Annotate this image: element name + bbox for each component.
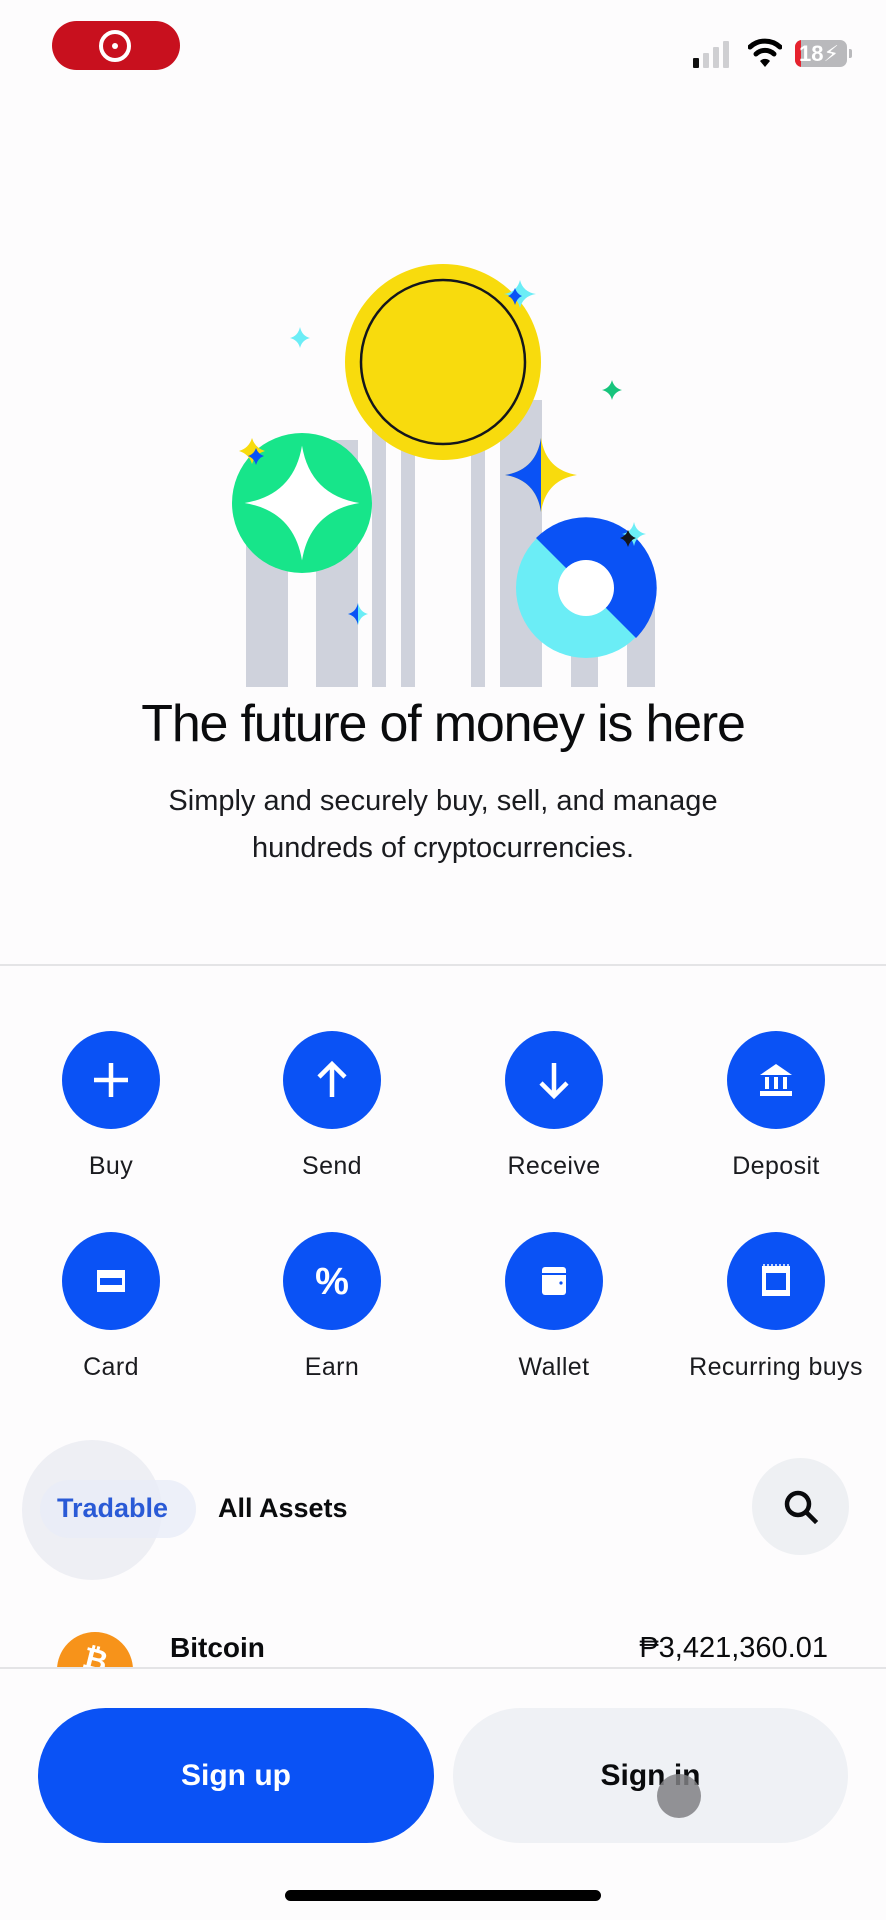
hero-subtitle: Simply and securely buy, sell, and manag… <box>168 785 718 864</box>
battery-tip <box>849 49 852 58</box>
action-earn[interactable]: % Earn <box>242 1232 422 1383</box>
receive-button[interactable] <box>505 1031 603 1129</box>
percent-icon: % <box>315 1261 349 1303</box>
plus-icon <box>94 1063 128 1097</box>
asset-price: ₱3,421,360.01 <box>639 1632 828 1664</box>
action-recurring-buys[interactable]: Recurring buys <box>686 1232 866 1383</box>
home-indicator[interactable] <box>285 1890 601 1901</box>
buy-button[interactable] <box>62 1031 160 1129</box>
action-label: Buy <box>88 1152 134 1180</box>
asset-row-bitcoin[interactable]: ₿ Bitcoin ₱3,421,360.01 <box>0 1620 886 1667</box>
arrow-down-icon <box>539 1063 569 1100</box>
crypto-coins-illustration <box>232 264 657 687</box>
screen-recording-indicator[interactable] <box>52 21 180 70</box>
arrow-up-icon <box>317 1060 347 1097</box>
card-button[interactable] <box>62 1232 160 1330</box>
action-buy[interactable]: Buy <box>21 1031 201 1182</box>
tab-tradable[interactable]: Tradable <box>57 1488 168 1528</box>
screen-recording-icon <box>99 30 131 62</box>
svg-text:%: % <box>315 1261 349 1303</box>
action-card[interactable]: Card <box>21 1232 201 1383</box>
cellular-signal-icon <box>693 40 733 68</box>
action-receive[interactable]: Receive <box>464 1031 644 1182</box>
action-send[interactable]: Send <box>242 1031 422 1182</box>
battery-charging-icon: 18⚡ <box>795 40 847 67</box>
wallet-icon <box>542 1267 566 1295</box>
action-label: Card <box>83 1353 139 1381</box>
touch-indicator <box>657 1774 701 1818</box>
tab-all-assets[interactable]: All Assets <box>218 1488 348 1528</box>
calendar-icon <box>762 1264 790 1296</box>
battery-level: 18 <box>799 41 824 66</box>
action-wallet[interactable]: Wallet <box>464 1232 644 1383</box>
action-label: Recurring buys <box>689 1353 863 1381</box>
sign-up-button[interactable]: Sign up <box>38 1708 434 1843</box>
action-deposit[interactable]: Deposit <box>686 1031 866 1182</box>
footer-divider <box>0 1667 886 1669</box>
action-label: Receive <box>507 1152 601 1180</box>
action-label: Send <box>302 1152 362 1180</box>
card-icon <box>97 1270 125 1292</box>
hero-title: The future of money is here <box>141 695 746 753</box>
search-button[interactable] <box>752 1458 849 1555</box>
search-icon <box>784 1490 819 1525</box>
action-label: Wallet <box>518 1353 590 1381</box>
deposit-button[interactable] <box>727 1031 825 1129</box>
send-button[interactable] <box>283 1031 381 1129</box>
action-label: Deposit <box>732 1152 820 1180</box>
sign-in-button[interactable]: Sign in <box>453 1708 848 1843</box>
earn-button[interactable]: % <box>283 1232 381 1330</box>
bitcoin-icon: ₿ <box>57 1632 133 1667</box>
wallet-button[interactable] <box>505 1232 603 1330</box>
asset-name: Bitcoin <box>170 1632 265 1663</box>
action-label: Earn <box>304 1353 360 1381</box>
bank-icon <box>760 1064 792 1096</box>
wifi-icon <box>747 36 783 68</box>
recurring-buys-button[interactable] <box>727 1232 825 1330</box>
section-divider <box>0 964 886 966</box>
